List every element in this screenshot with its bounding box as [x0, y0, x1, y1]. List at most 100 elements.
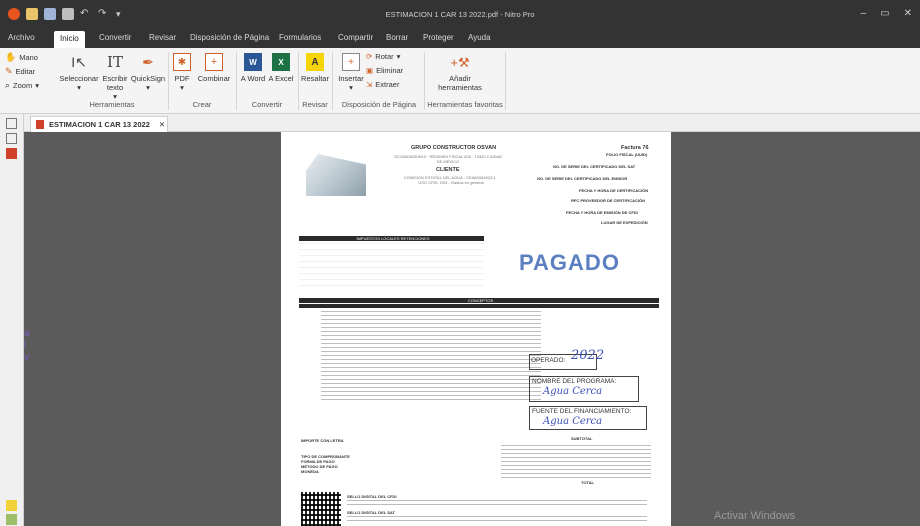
tab-borrar[interactable]: Borrar	[386, 33, 408, 42]
to-word-button[interactable]: W A Word	[240, 53, 266, 83]
tab-revisar[interactable]: Revisar	[149, 33, 176, 42]
comments-panel-icon[interactable]	[6, 500, 17, 511]
retenciones-block	[501, 442, 651, 478]
cert-emisor-label: NO. DE SERIE DEL CERTIFICADO DEL EMISOR	[537, 176, 628, 181]
quicksign-button[interactable]: ✒ QuickSign ▾	[131, 53, 165, 93]
excel-icon: X	[272, 53, 290, 71]
close-button[interactable]: ✕	[904, 8, 912, 19]
rfc-proveedor-label: RFC PROVEEDOR DE CERTIFICACIÓN	[571, 198, 646, 203]
highlight-button[interactable]: A Resaltar	[300, 53, 330, 83]
ribbon-divider	[168, 52, 169, 110]
pdf-page[interactable]: GRUPO CONSTRUCTOR OSVAN GCO0806030N13 · …	[281, 132, 671, 526]
add-tools-icon: +⚒	[450, 54, 470, 70]
pdf-star-icon: ✱	[173, 53, 191, 71]
company-name: GRUPO CONSTRUCTOR OSVAN	[411, 145, 497, 151]
chevron-down-icon: ▾	[349, 83, 353, 92]
left-panel-rail	[0, 114, 24, 526]
word-icon: W	[244, 53, 262, 71]
tab-ayuda[interactable]: Ayuda	[468, 33, 491, 42]
group-label-crear: Crear	[192, 100, 212, 109]
background-window-text: a l v	[24, 328, 30, 363]
group-label-convertir: Convertir	[251, 100, 283, 109]
edit-tool[interactable]: ✎ Editar	[5, 66, 35, 77]
company-logo	[306, 154, 366, 196]
type-text-button[interactable]: IT Escribir texto ▾	[100, 53, 130, 101]
signature-pen-icon: ✒	[142, 53, 154, 70]
delete-button[interactable]: ▣ Eliminar	[366, 66, 403, 75]
importe-letra-label: IMPORTE CON LETRA	[301, 438, 344, 443]
cliente-heading: CLIENTE	[436, 167, 460, 173]
conceptos-description	[321, 310, 541, 400]
hand-tool[interactable]: ✋ Mano	[5, 52, 38, 63]
sello-sat-text	[347, 516, 647, 517]
qr-code	[301, 492, 341, 526]
sello-cfdi-label: SELLO DIGITAL DEL CFDI	[347, 494, 397, 499]
programa-label: NOMBRE DEL PROGRAMA:	[532, 378, 617, 385]
tab-inicio[interactable]: Inicio	[54, 31, 85, 48]
delete-page-icon: ▣	[366, 66, 374, 75]
highlight-icon: A	[306, 53, 324, 71]
combine-button[interactable]: + Combinar	[196, 53, 232, 83]
insert-page-icon: +	[342, 53, 360, 71]
chevron-down-icon: ▾	[35, 81, 39, 90]
pagado-stamp: PAGADO	[519, 250, 620, 275]
hand-icon: ✋	[5, 52, 17, 62]
title-bar: ↶ ↷ ▾ ESTIMACION 1 CAR 13 2022.pdf - Nit…	[0, 0, 920, 30]
chevron-down-icon: ▾	[396, 52, 401, 61]
conceptos-header: CONCEPTOS	[299, 298, 659, 303]
zoom-tool[interactable]: ⌕ Zoom ▾	[5, 80, 39, 91]
add-tools-button[interactable]: +⚒ Añadir herramientas	[430, 53, 490, 93]
maximize-button[interactable]: ▭	[880, 8, 889, 19]
fecha-emision-label: FECHA Y HORA DE EMISIÓN DE CFDI	[566, 210, 638, 215]
output-panel-icon[interactable]	[6, 514, 17, 525]
moneda-label: MONEDA	[301, 469, 319, 474]
extract-button[interactable]: ⇲ Extraer	[366, 80, 399, 89]
edit-icon: ✎	[5, 66, 13, 76]
tab-convertir[interactable]: Convertir	[99, 33, 131, 42]
cert-sat-label: NO. DE SERIE DEL CERTIFICADO DEL SAT	[553, 164, 636, 169]
conceptos-columns	[299, 304, 659, 308]
rotate-button[interactable]: ⟳ Rotar ▾	[366, 52, 400, 61]
attachments-panel-icon[interactable]	[6, 148, 17, 159]
tab-archivo[interactable]: Archivo	[8, 33, 35, 42]
financiamiento-handwriting: Agua Cerca	[543, 416, 603, 427]
chevron-down-icon: ▾	[180, 83, 184, 92]
ribbon-divider	[424, 52, 425, 110]
tab-formularios[interactable]: Formularios	[279, 33, 321, 42]
bookmarks-panel-icon[interactable]	[6, 133, 17, 144]
invoice-number: Factura 76	[621, 145, 649, 151]
close-tab-button[interactable]: ✕	[159, 120, 165, 129]
pages-panel-icon[interactable]	[6, 118, 17, 129]
select-button[interactable]: I↖ Seleccionar ▾	[59, 53, 98, 93]
operado-handwriting: 2022	[571, 348, 605, 363]
chevron-down-icon: ▾	[146, 83, 150, 92]
to-excel-button[interactable]: X A Excel	[268, 53, 294, 83]
combine-files-icon: +	[205, 53, 223, 71]
ribbon-divider	[332, 52, 333, 110]
folio-fiscal-label: FOLIO FISCAL (UUID)	[606, 152, 648, 157]
group-label-herramientas: Herramientas	[89, 100, 135, 109]
document-tab-strip: ESTIMACION 1 CAR 13 2022 ✕	[24, 114, 920, 132]
fecha-cert-label: FECHA Y HORA DE CERTIFICACIÓN	[579, 188, 649, 193]
tab-compartir[interactable]: Compartir	[338, 33, 373, 42]
create-pdf-button[interactable]: ✱ PDF ▾	[172, 53, 192, 92]
minimize-button[interactable]: –	[861, 8, 867, 19]
tab-proteger[interactable]: Proteger	[423, 33, 454, 42]
document-tab[interactable]: ESTIMACION 1 CAR 13 2022 ✕	[30, 116, 168, 132]
ribbon-tabs: Archivo Inicio Convertir Revisar Disposi…	[0, 30, 920, 48]
operado-label: OPERADO:	[531, 357, 566, 364]
document-viewer[interactable]: a l v GRUPO CONSTRUCTOR OSVAN GCO0806030…	[24, 132, 920, 526]
financiamiento-label: FUENTE DEL FINANCIAMIENTO:	[532, 408, 632, 415]
zoom-icon: ⌕	[5, 80, 11, 90]
ribbon-divider	[236, 52, 237, 110]
subtotal-label: SUBTOTAL	[571, 436, 593, 441]
group-label-favoritas: Herramientas favoritas	[427, 100, 503, 109]
sello-cfdi-text	[347, 500, 647, 501]
window-title: ESTIMACION 1 CAR 13 2022.pdf - Nitro Pro	[385, 10, 535, 19]
group-label-revisar: Revisar	[302, 100, 328, 109]
sello-cfdi-text	[347, 504, 647, 505]
rotate-icon: ⟳	[366, 52, 373, 61]
impuestos-table	[299, 243, 484, 291]
tab-disposicion[interactable]: Disposición de Página	[190, 33, 269, 42]
insert-button[interactable]: + Insertar ▾	[336, 53, 366, 92]
